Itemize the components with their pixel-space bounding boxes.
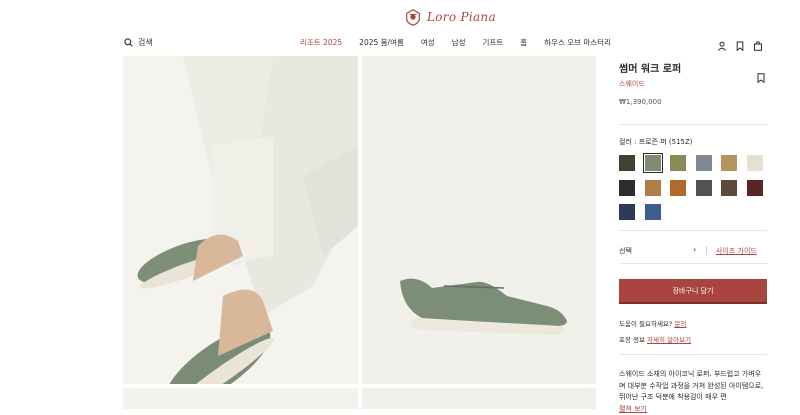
nav-item-house-of-mastery[interactable]: 하우스 오브 마스터리 — [544, 37, 611, 48]
account-icon[interactable] — [717, 36, 727, 51]
product-title: 썸머 워크 로퍼 — [619, 64, 682, 75]
color-swatch[interactable] — [695, 155, 712, 171]
color-swatch[interactable] — [619, 204, 635, 220]
color-swatch[interactable] — [746, 179, 763, 196]
product-image-side[interactable] — [362, 56, 596, 384]
bookmark-icon[interactable] — [757, 68, 765, 84]
product-image-3[interactable] — [123, 388, 358, 409]
product-material: 스웨이드 — [619, 80, 645, 88]
color-swatch[interactable] — [746, 155, 763, 171]
nav-item-resort[interactable]: 리조트 2025 — [300, 37, 342, 48]
wishlist-icon[interactable] — [735, 36, 745, 52]
search-button[interactable]: 검색 — [124, 37, 153, 48]
product-image-worn[interactable] — [123, 56, 358, 384]
size-guide-link[interactable]: 사이즈 가이드 — [716, 246, 757, 256]
description-text: 스웨이드 소재의 아이코닉 로퍼. 부드럽고 가벼우며 대부분 수작업 과정을 … — [619, 370, 764, 401]
search-icon — [124, 38, 133, 47]
help-text: 도움이 필요하세요? — [619, 320, 673, 328]
bag-icon[interactable] — [753, 36, 763, 51]
color-swatches — [619, 153, 779, 220]
wrap-text: 포장 정보 — [619, 336, 645, 344]
product-panel: 썸머 워크 로퍼 스웨이드 ₩1,390,000 컬러 : 프로즌 퍼 (515… — [619, 60, 767, 413]
nav-item-gift[interactable]: 기프트 — [483, 37, 504, 48]
product-price: ₩1,390,000 — [619, 98, 662, 106]
nav-item-home[interactable]: 홈 — [520, 37, 527, 48]
wrap-info-link[interactable]: 자세히 알아보기 — [647, 336, 691, 344]
product-description: 스웨이드 소재의 아이코닉 로퍼. 부드럽고 가벼우며 대부분 수작업 과정을 … — [619, 369, 767, 415]
divider — [619, 263, 767, 264]
color-swatch[interactable] — [721, 179, 737, 196]
brand-logo[interactable]: Loro Piana — [404, 6, 496, 28]
add-to-cart-button[interactable]: 장바구니 담기 — [619, 279, 767, 302]
divider — [619, 124, 767, 125]
color-label: 컬러 : 프로즌 퍼 (515Z) — [619, 138, 693, 146]
utility-icons — [717, 36, 763, 52]
main-nav: 리조트 2025 2025 봄/여름 여성 남성 기프트 홈 하우스 오브 마스… — [300, 37, 611, 48]
divider — [619, 354, 767, 355]
color-swatch[interactable] — [670, 155, 686, 171]
color-swatch[interactable] — [642, 153, 663, 173]
wrap-line: 포장 정보 자세히 알아보기 — [619, 334, 691, 344]
color-swatch[interactable] — [670, 179, 686, 196]
divider — [619, 230, 767, 231]
color-swatch[interactable] — [644, 204, 661, 220]
divider — [706, 246, 707, 255]
color-swatch[interactable] — [619, 179, 635, 196]
color-swatch[interactable] — [644, 179, 661, 196]
crest-icon — [406, 9, 420, 26]
nav-item-men[interactable]: 남성 — [452, 37, 466, 48]
contact-link[interactable]: 문의 — [674, 320, 686, 328]
nav-item-spring-summer[interactable]: 2025 봄/여름 — [359, 37, 404, 48]
search-label: 검색 — [138, 38, 153, 47]
color-swatch[interactable] — [695, 179, 712, 196]
help-line: 도움이 필요하세요? 문의 — [619, 318, 686, 328]
size-select[interactable]: 선택 — [619, 246, 632, 256]
color-swatch[interactable] — [721, 155, 737, 171]
nav-item-women[interactable]: 여성 — [421, 37, 435, 48]
color-swatch[interactable] — [619, 155, 635, 171]
brand-wordmark: Loro Piana — [427, 10, 496, 24]
chevron-right-icon[interactable]: › — [693, 245, 696, 254]
product-image-4[interactable] — [362, 388, 596, 409]
